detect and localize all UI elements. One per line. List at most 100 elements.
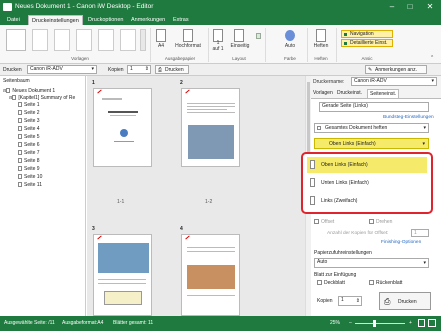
- page-icon: [18, 126, 22, 131]
- tree-item-page[interactable]: Seite 5: [18, 134, 40, 141]
- staple-icon[interactable]: [316, 29, 326, 42]
- printer-value: Canon iR-ADV: [30, 66, 63, 72]
- menu-anmerkungen[interactable]: Anmerkungen: [128, 15, 168, 25]
- page-icon: [18, 158, 22, 163]
- preview-area[interactable]: 1 1-1 2 1-2 3 4: [87, 76, 305, 316]
- copies-input[interactable]: 1 ⇕: [127, 65, 151, 74]
- duplex-icon[interactable]: [234, 29, 244, 42]
- duplex-label[interactable]: Einseitig: [226, 43, 254, 49]
- settings-tabs: Vorlagen Druckeinst. Seiteneinst.: [311, 89, 441, 98]
- printer-name-select[interactable]: Canon iR-ADV ▾: [351, 77, 437, 86]
- gutter-side-select[interactable]: Gerade Seite (Links): [319, 102, 429, 112]
- page-number: 2: [180, 80, 183, 86]
- page-label: 1-1: [117, 199, 125, 205]
- printer-icon: ⎙: [384, 297, 391, 306]
- group-vorlagen: Vorlagen: [71, 56, 89, 61]
- tree-item-page[interactable]: Seite 9: [18, 166, 40, 173]
- cover-checkbox[interactable]: Deckblatt: [317, 280, 345, 286]
- page-number: 1: [92, 80, 95, 86]
- tree-item-page[interactable]: Seite 4: [18, 126, 40, 133]
- fit-page-icon[interactable]: [418, 319, 425, 327]
- status-bar: Ausgewählte Seite: /11 Ausgabeformat:A4 …: [0, 316, 441, 331]
- print-button[interactable]: ⎙ Drucken: [379, 292, 431, 310]
- detail-settings-button[interactable]: Detaillierte Einst.: [341, 39, 393, 47]
- tab-seiteneinst[interactable]: Seiteneinst.: [367, 89, 400, 98]
- tree-item-page[interactable]: Seite 2: [18, 110, 40, 117]
- staple-label[interactable]: Heften: [308, 43, 334, 49]
- menu-druckoptionen[interactable]: Druckoptionen: [85, 15, 126, 25]
- zoom-in-icon[interactable]: +: [409, 320, 412, 326]
- photo-image: [98, 243, 149, 273]
- minimize-icon[interactable]: –: [385, 2, 399, 12]
- layout-small-icon[interactable]: [256, 33, 261, 39]
- tree-item-page[interactable]: Seite 6: [18, 142, 40, 149]
- print-button[interactable]: ⎙ Drucken: [155, 65, 189, 74]
- tree-item-page[interactable]: Seite 10: [18, 174, 42, 181]
- back-cover-checkbox[interactable]: Rückenblatt: [369, 280, 402, 286]
- output-format-status: Ausgabeformat:A4: [62, 320, 104, 326]
- menu-druckeinstellungen[interactable]: Druckeinstellungen: [28, 15, 83, 25]
- photo-image: [188, 125, 234, 159]
- tree-item-page[interactable]: Seite 7: [18, 150, 40, 157]
- paper-size-icon[interactable]: [156, 29, 166, 42]
- tree-item-chapter[interactable]: ⊟ [Kapitel1] Summary of Re: [9, 94, 75, 102]
- close-icon[interactable]: ✕: [423, 2, 437, 12]
- template-thumb[interactable]: [32, 29, 48, 51]
- text-line: [187, 295, 235, 296]
- page-thumbnail[interactable]: [181, 88, 240, 167]
- collapse-ribbon-icon[interactable]: ⌃: [430, 55, 434, 61]
- tab-druckeinst[interactable]: Druckeinst.: [337, 90, 362, 96]
- finishing-options-link[interactable]: Finishing-Optionen: [381, 240, 421, 245]
- print-button-label: Drucken: [165, 67, 184, 73]
- option-left-double[interactable]: Links (Zweifach): [307, 193, 427, 209]
- checkbox-icon: [314, 219, 319, 224]
- template-thumb[interactable]: [98, 29, 114, 51]
- tree-item-page[interactable]: Seite 3: [18, 118, 40, 125]
- tree-item-page[interactable]: Seite 1: [18, 102, 40, 109]
- paper-size-label[interactable]: A4: [150, 43, 172, 49]
- zoom-slider-handle[interactable]: [373, 320, 376, 327]
- show-annotations-button[interactable]: ✎ Anmerkungen anz.: [365, 65, 427, 74]
- offset-copies-input[interactable]: 1: [411, 229, 429, 237]
- navigation-button[interactable]: Navigation: [341, 30, 393, 38]
- template-thumb[interactable]: [54, 29, 70, 51]
- menu-bar: Datei Druckeinstellungen Druckoptionen A…: [0, 15, 441, 25]
- page-thumbnail[interactable]: [93, 234, 152, 316]
- tree-item-page[interactable]: Seite 11: [18, 182, 42, 189]
- option-top-left-single[interactable]: Oben Links (Einfach): [307, 157, 427, 173]
- option-bottom-left-single[interactable]: Unten Links (Einfach): [307, 175, 427, 191]
- template-thumb[interactable]: [120, 29, 136, 51]
- fit-width-icon[interactable]: [428, 319, 436, 327]
- paper-source-select[interactable]: Auto ▾: [314, 258, 429, 268]
- zoom-out-icon[interactable]: –: [349, 320, 352, 326]
- staple-position-select[interactable]: Oben Links (Einfach) ▾: [314, 138, 429, 149]
- printer-name-label: Druckername:: [313, 79, 345, 85]
- tab-vorlagen[interactable]: Vorlagen: [313, 90, 333, 96]
- gutter-settings-link[interactable]: Bundsteg-Einstellungen: [383, 115, 434, 120]
- color-icon[interactable]: [285, 30, 295, 41]
- page-thumbnail[interactable]: [181, 234, 240, 316]
- orientation-label[interactable]: Hochformat: [172, 43, 204, 49]
- page-thumbnail[interactable]: [93, 88, 152, 167]
- template-icon[interactable]: [6, 29, 26, 51]
- template-thumb[interactable]: [76, 29, 92, 51]
- zoom-slider[interactable]: [355, 323, 405, 324]
- menu-extras[interactable]: Extras: [170, 15, 192, 25]
- tree-item-page[interactable]: Seite 8: [18, 158, 40, 165]
- maximize-icon[interactable]: □: [403, 2, 417, 12]
- page-icon: [18, 118, 22, 123]
- rotate-checkbox[interactable]: Drehen: [369, 219, 392, 225]
- menu-datei[interactable]: Datei: [4, 15, 23, 25]
- gallery-scroll[interactable]: [140, 29, 146, 51]
- page-label: 1-2: [205, 199, 213, 205]
- printer-select[interactable]: Canon iR-ADV ▾: [27, 65, 97, 74]
- photo-image: [187, 265, 235, 289]
- color-mode-label[interactable]: Auto: [280, 43, 300, 49]
- staple-left-double-icon: [310, 196, 315, 205]
- pages-per-sheet-label[interactable]: auf 1: [208, 46, 228, 52]
- staple-scope-select[interactable]: Gesamtes Dokument heften ▾: [314, 123, 429, 133]
- copies-input[interactable]: 1 ⇕: [338, 296, 362, 306]
- offset-checkbox[interactable]: Offset: [314, 219, 334, 225]
- checkbox-icon: [317, 280, 322, 285]
- orientation-icon[interactable]: [183, 29, 193, 42]
